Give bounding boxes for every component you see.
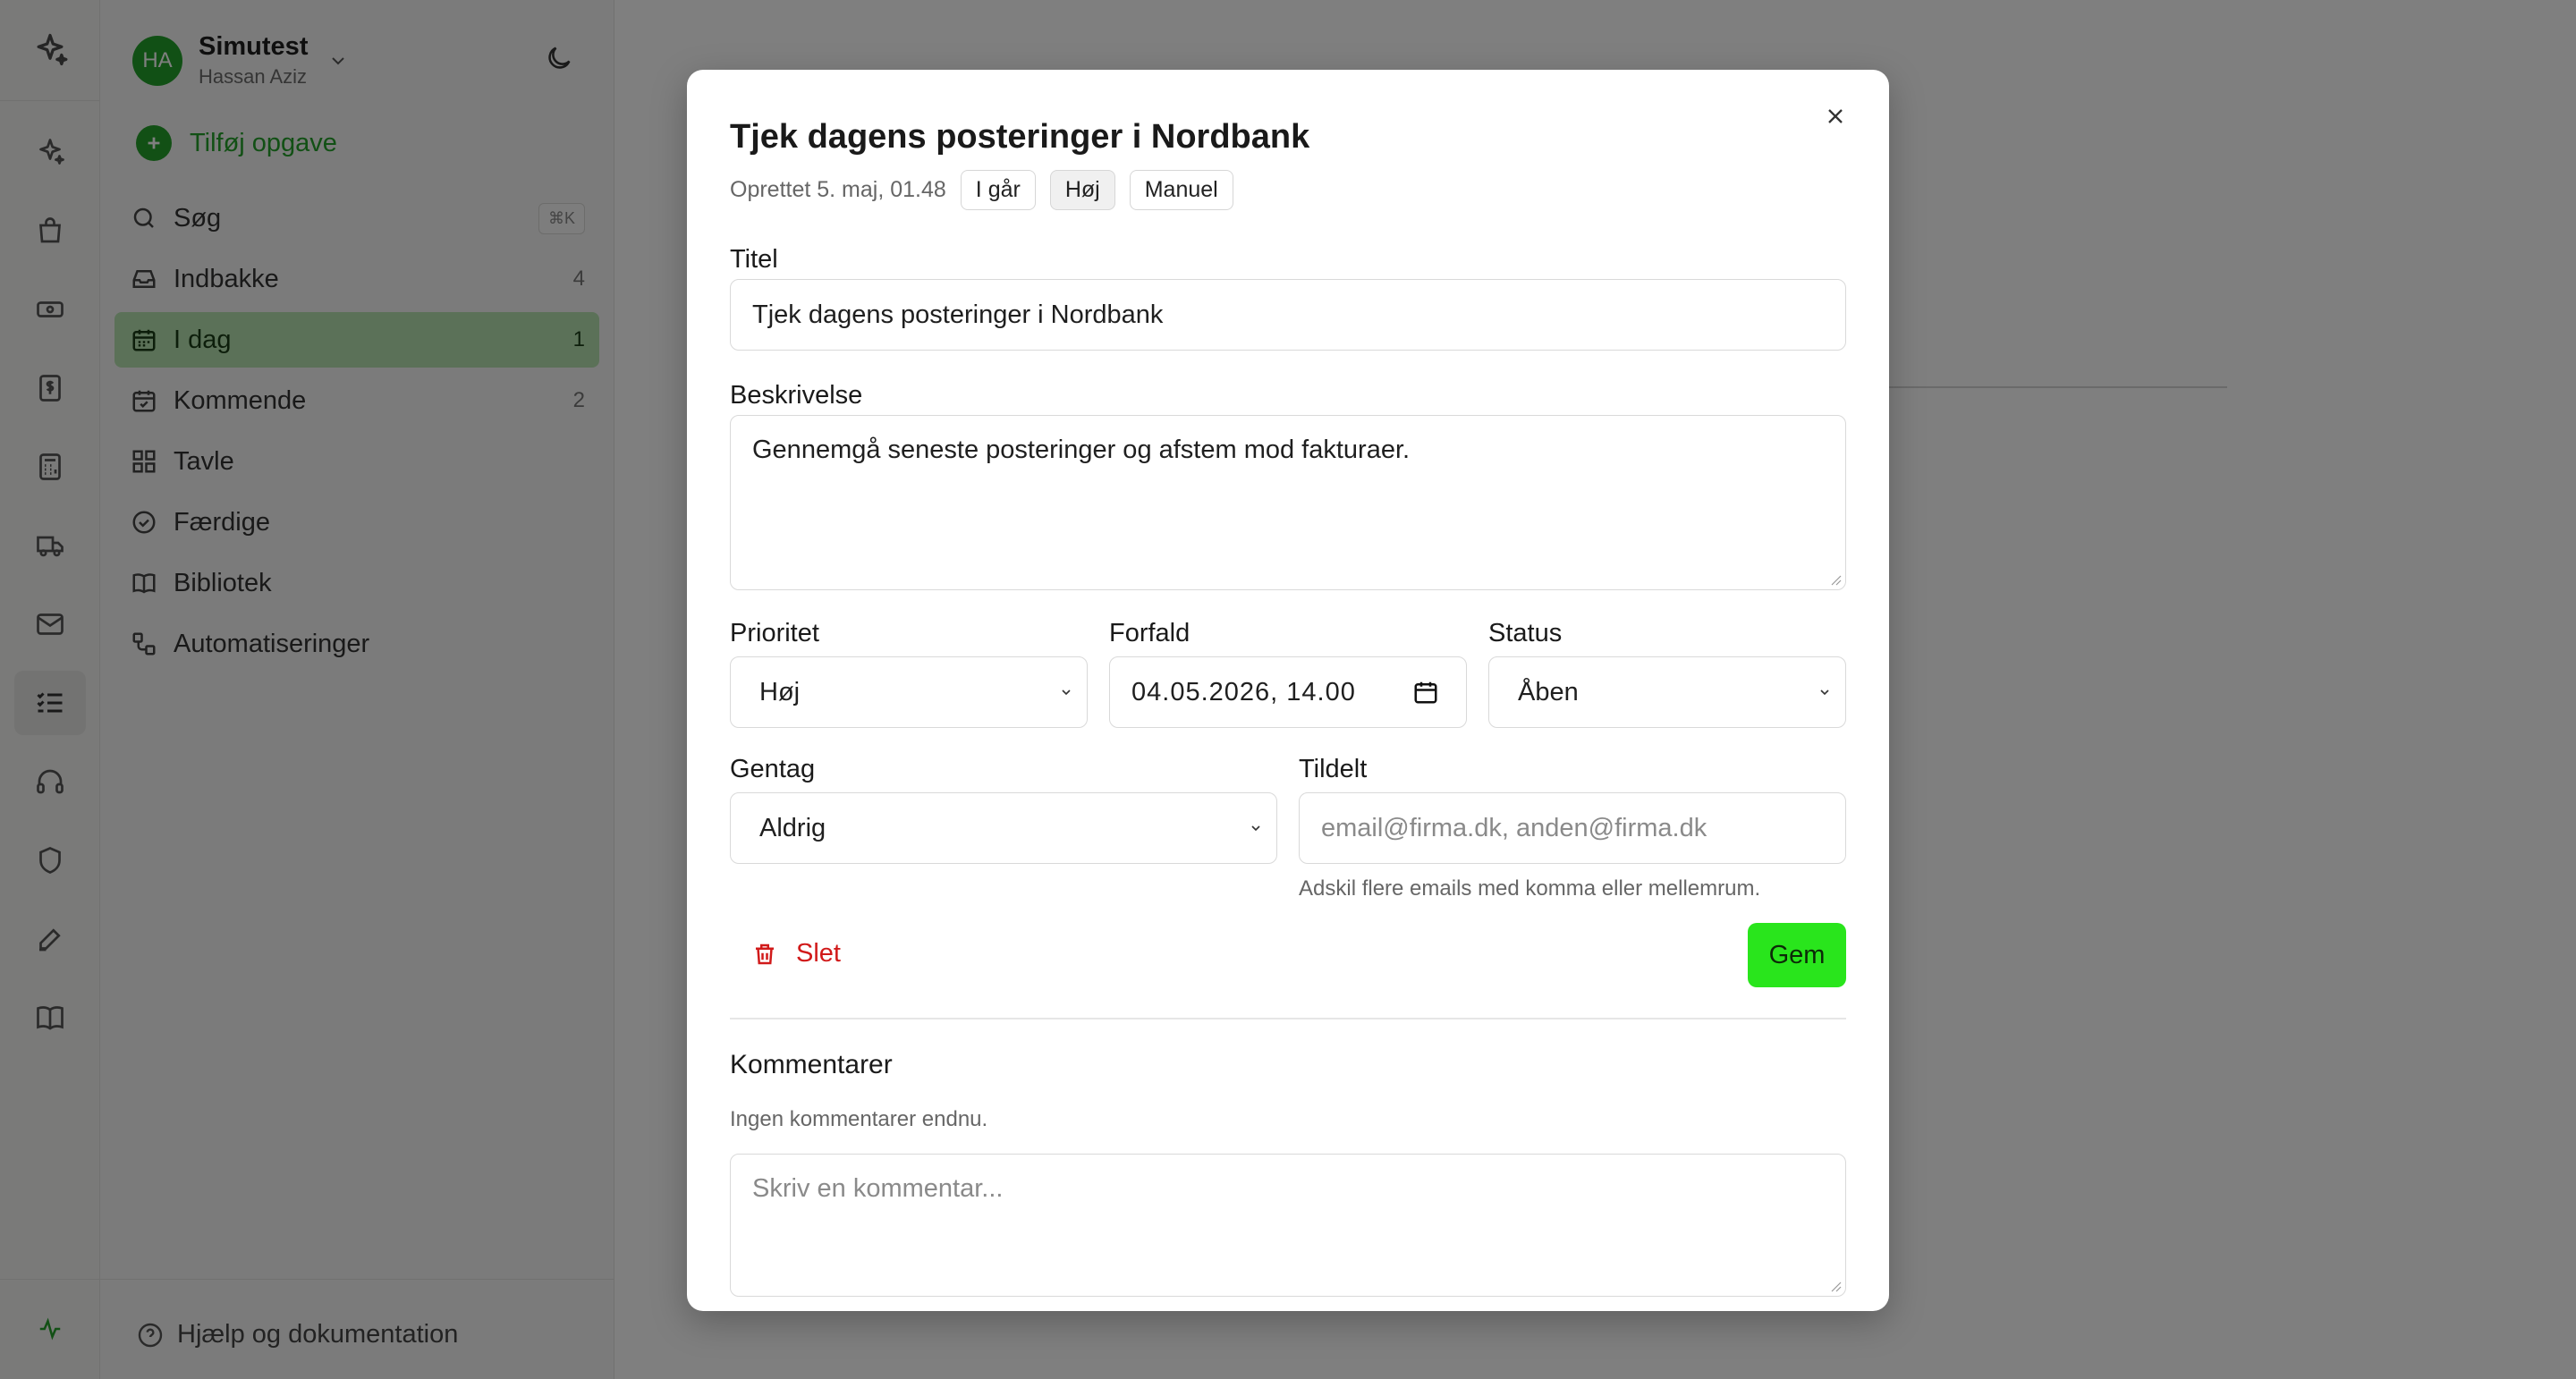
source-chip: Manuel	[1129, 170, 1233, 210]
due-value: 04.05.2026, 14.00	[1131, 677, 1356, 706]
delete-button[interactable]: Slet	[751, 939, 841, 969]
created-timestamp: Oprettet 5. maj, 01.48	[730, 177, 946, 202]
due-datetime-input[interactable]: 04.05.2026, 14.00	[1109, 656, 1467, 728]
task-meta: Oprettet 5. maj, 01.48 I går Høj Manuel	[730, 170, 1248, 210]
assigned-hint: Adskil flere emails med komma eller mell…	[1299, 876, 1761, 901]
due-label: Forfald	[1109, 619, 1191, 647]
priority-chip: Høj	[1049, 170, 1115, 210]
resize-handle-icon[interactable]	[1829, 1280, 1842, 1292]
chevron-down-icon	[1248, 821, 1264, 835]
title-label: Titel	[730, 245, 778, 274]
title-input[interactable]: Tjek dagens posteringer i Nordbank	[730, 279, 1846, 351]
description-label: Beskrivelse	[730, 381, 863, 410]
repeat-label: Gentag	[730, 755, 816, 783]
description-text: Gennemgå seneste posteringer og afstem m…	[752, 436, 1411, 464]
status-label: Status	[1488, 619, 1563, 647]
resize-handle-icon[interactable]	[1829, 573, 1842, 586]
assigned-label: Tildelt	[1299, 755, 1368, 783]
repeat-select[interactable]: Aldrig	[730, 792, 1277, 864]
due-chip: I går	[960, 170, 1036, 210]
comments-heading: Kommentarer	[730, 1050, 893, 1079]
status-select[interactable]: Åben	[1488, 656, 1846, 728]
assigned-email-input[interactable]: email@firma.dk, anden@firma.dk	[1299, 792, 1846, 864]
comment-placeholder: Skriv en kommentar...	[752, 1174, 1004, 1203]
priority-label: Prioritet	[730, 619, 819, 647]
description-textarea[interactable]: Gennemgå seneste posteringer og afstem m…	[730, 415, 1846, 590]
status-value: Åben	[1518, 677, 1579, 706]
chevron-down-icon	[1817, 685, 1833, 699]
dialog-title: Tjek dagens posteringer i Nordbank	[730, 118, 1310, 156]
comment-textarea[interactable]: Skriv en kommentar...	[730, 1154, 1846, 1297]
section-divider	[730, 1018, 1846, 1019]
chevron-down-icon	[1058, 685, 1074, 699]
delete-label: Slet	[796, 939, 841, 968]
save-button[interactable]: Gem	[1748, 923, 1846, 987]
no-comments-text: Ingen kommentarer endnu.	[730, 1107, 988, 1131]
repeat-value: Aldrig	[759, 813, 826, 842]
calendar-icon[interactable]	[1412, 679, 1439, 706]
trash-icon	[751, 940, 778, 969]
close-icon[interactable]	[1814, 95, 1857, 138]
task-edit-dialog: Tjek dagens posteringer i Nordbank Opret…	[687, 70, 1889, 1311]
priority-value: Høj	[759, 677, 801, 706]
priority-select[interactable]: Høj	[730, 656, 1088, 728]
